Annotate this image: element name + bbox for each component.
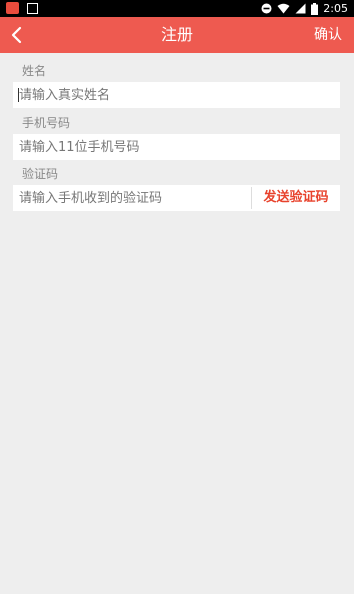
code-input[interactable] xyxy=(19,185,247,211)
phone-field-row xyxy=(13,134,340,160)
send-code-button[interactable]: 发送验证码 xyxy=(252,185,340,211)
battery-icon xyxy=(311,2,319,15)
phone-input[interactable] xyxy=(19,134,319,160)
status-bar-right: 2:05 xyxy=(261,1,348,16)
wifi-icon xyxy=(277,3,290,14)
code-field-row: 发送验证码 xyxy=(13,185,340,211)
status-bar-left xyxy=(6,2,38,14)
confirm-button[interactable]: 确认 xyxy=(314,17,342,53)
app-notification-icon xyxy=(6,2,19,14)
page-title: 注册 xyxy=(160,25,193,44)
name-field-row xyxy=(13,82,340,108)
phone-label: 手机号码 xyxy=(22,116,71,130)
nav-bar: 注册 确认 xyxy=(0,17,354,53)
status-bar: 2:05 xyxy=(0,0,354,17)
status-time: 2:05 xyxy=(323,2,348,15)
do-not-disturb-icon xyxy=(261,3,272,14)
code-label: 验证码 xyxy=(22,167,59,181)
name-input[interactable] xyxy=(19,82,319,108)
name-label: 姓名 xyxy=(22,64,47,78)
signal-icon xyxy=(295,3,306,14)
sim-icon xyxy=(27,2,38,14)
